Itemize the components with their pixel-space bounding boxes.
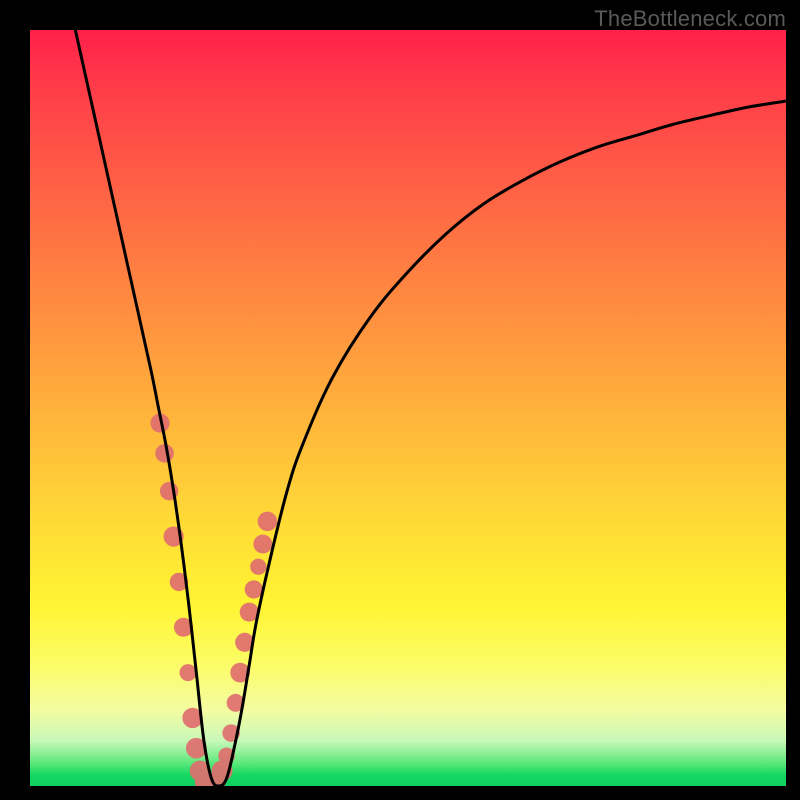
chart-frame: TheBottleneck.com: [0, 0, 800, 800]
marker-dot: [155, 444, 174, 463]
marker-dot: [179, 664, 196, 681]
chart-svg: [30, 30, 786, 786]
marker-dot: [253, 535, 272, 554]
marker-dot: [258, 512, 278, 532]
marker-dot: [250, 559, 266, 575]
plot-area: [30, 30, 786, 786]
marker-dot: [245, 580, 263, 598]
watermark-label: TheBottleneck.com: [594, 6, 786, 32]
